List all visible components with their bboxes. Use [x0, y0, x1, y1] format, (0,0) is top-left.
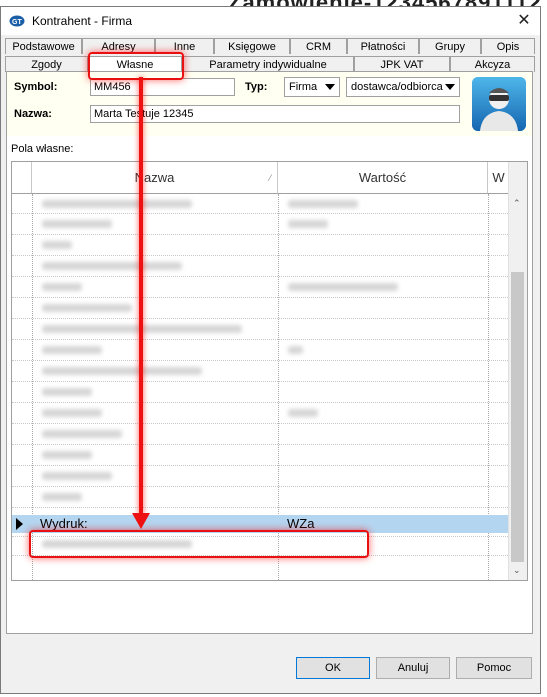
custom-fields-grid: Nazwa ⁄ Wartość W Wydruk: WZa ⌃ ⌄ — [11, 161, 528, 581]
blurred-cell — [288, 409, 318, 417]
blurred-cell — [42, 367, 202, 375]
typ2-select[interactable]: dostawca/odbiorca — [346, 77, 460, 97]
contractor-avatar — [472, 77, 526, 131]
blurred-cell — [42, 472, 112, 480]
nazwa-label: Nazwa: — [14, 108, 52, 120]
selected-row-value: WZa — [287, 516, 315, 531]
nazwa-input[interactable]: Marta Testuje 12345 — [90, 105, 460, 123]
tab-crm[interactable]: CRM — [290, 38, 347, 54]
blurred-cell — [42, 451, 92, 459]
grid-rowline — [12, 486, 510, 487]
blurred-cell — [42, 409, 102, 417]
contractor-header: Symbol: MM456 Typ: Firma dostawca/odbior… — [7, 72, 532, 136]
blurred-cell — [288, 346, 303, 354]
grid-rowline — [12, 423, 510, 424]
blurred-cell — [42, 200, 192, 208]
grid-rowline — [12, 213, 510, 214]
tab-podstawowe[interactable]: Podstawowe — [5, 38, 82, 54]
symbol-label: Symbol: — [14, 81, 58, 93]
blurred-cell — [42, 262, 182, 270]
blurred-cell — [288, 220, 328, 228]
grid-rowline — [12, 234, 510, 235]
column-header-nazwa[interactable]: Nazwa ⁄ — [32, 162, 278, 194]
highlight-wlasne-tab — [88, 52, 184, 80]
chevron-down-icon — [445, 84, 455, 90]
typ2-select-value: dostawca/odbiorca — [351, 81, 443, 93]
annotation-arrow-head — [132, 513, 150, 529]
typ-select-value: Firma — [289, 81, 318, 93]
scrollbar-thumb[interactable] — [511, 272, 524, 562]
grid-rowline — [12, 402, 510, 403]
title-bar: GT Kontrahent - Firma ✕ — [1, 7, 540, 35]
scroll-up-icon[interactable]: ⌃ — [513, 198, 521, 209]
selected-row-name: Wydruk: — [40, 516, 88, 531]
tab-jpk-vat[interactable]: JPK VAT — [354, 56, 450, 72]
highlight-wydruk-row — [29, 530, 369, 558]
ok-button[interactable]: OK — [296, 657, 370, 679]
grid-row-header-corner — [12, 162, 32, 194]
sort-icon: ⁄ — [269, 173, 271, 183]
help-button[interactable]: Pomoc — [456, 657, 532, 679]
blurred-cell — [42, 346, 102, 354]
typ-label: Typ: — [245, 81, 268, 93]
app-icon: GT — [9, 15, 25, 27]
grid-rowline — [12, 444, 510, 445]
row-pointer-icon — [16, 518, 23, 530]
window-title: Kontrahent - Firma — [32, 14, 133, 28]
grid-rowline — [12, 255, 510, 256]
grid-rowline — [12, 381, 510, 382]
blurred-cell — [42, 283, 82, 291]
blurred-cell — [42, 493, 82, 501]
chevron-down-icon — [325, 84, 335, 90]
column-header-w[interactable]: W — [488, 162, 510, 194]
tab-grupy[interactable]: Grupy — [419, 38, 481, 54]
custom-fields-label: Pola własne: — [11, 143, 74, 155]
blurred-cell — [288, 283, 398, 291]
close-icon[interactable]: ✕ — [514, 11, 534, 31]
tab-ksiegowe[interactable]: Księgowe — [214, 38, 290, 54]
grid-rowline — [12, 276, 510, 277]
scroll-down-icon[interactable]: ⌄ — [513, 565, 521, 576]
vertical-scrollbar[interactable]: ⌃ ⌄ — [508, 162, 527, 580]
tab-akcyza[interactable]: Akcyza — [450, 56, 535, 72]
blurred-cell — [42, 430, 122, 438]
tab-opis[interactable]: Opis — [481, 38, 535, 54]
tab-zgody[interactable]: Zgody — [5, 56, 88, 72]
blurred-cell — [42, 220, 112, 228]
annotation-arrow-shaft — [139, 77, 143, 515]
grid-rowline — [12, 465, 510, 466]
tabs-row-1: Podstawowe Adresy Inne Księgowe CRM Płat… — [1, 38, 540, 55]
dialog-window: GT Kontrahent - Firma ✕ Podstawowe Adres… — [0, 6, 541, 694]
svg-text:GT: GT — [12, 19, 22, 26]
typ-select[interactable]: Firma — [284, 77, 340, 97]
blurred-cell — [42, 241, 72, 249]
blurred-cell — [42, 304, 132, 312]
blurred-cell — [42, 388, 92, 396]
tab-platnosci[interactable]: Płatności — [347, 38, 419, 54]
grid-rowline — [12, 339, 510, 340]
blurred-cell — [288, 200, 358, 208]
symbol-input[interactable]: MM456 — [90, 78, 235, 96]
grid-rowline — [12, 507, 510, 508]
cancel-button[interactable]: Anuluj — [376, 657, 450, 679]
grid-rowline — [12, 360, 510, 361]
grid-rowline — [12, 318, 510, 319]
tab-parametry-indywidualne[interactable]: Parametry indywidualne — [182, 56, 354, 72]
grid-rowline — [12, 297, 510, 298]
column-header-wartosc[interactable]: Wartość — [278, 162, 488, 194]
